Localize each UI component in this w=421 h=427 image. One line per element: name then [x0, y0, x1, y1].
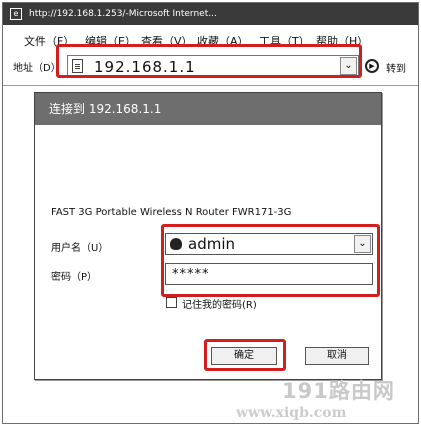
cancel-button[interactable]: 取消 [305, 347, 369, 365]
password-label: 密码（P） [51, 272, 98, 283]
address-label: 地址（D） [13, 63, 61, 74]
credentials-highlight [161, 224, 380, 297]
content-divider [3, 85, 418, 86]
dialog-title: 连接到 192.168.1.1 [49, 102, 162, 116]
remember-password-checkbox[interactable] [166, 297, 177, 308]
dialog-titlebar: 连接到 192.168.1.1 [35, 93, 381, 125]
watermark-url: www.xiqb.com [236, 405, 347, 421]
username-label: 用户名（U） [51, 243, 109, 254]
window-titlebar: e http://192.168.1.253/-Microsoft Intern… [3, 3, 418, 25]
go-button[interactable]: 转到 [386, 60, 406, 75]
watermark-logo: 191路由网 [282, 379, 395, 403]
window-title: http://192.168.1.253/-Microsoft Internet… [29, 9, 217, 19]
dialog-message: FAST 3G Portable Wireless N Router FWR17… [51, 207, 292, 218]
address-highlight [56, 44, 362, 78]
go-arrow-icon[interactable]: ▶ [365, 59, 379, 73]
remember-password-label[interactable]: 记住我的密码(R) [182, 296, 257, 311]
ok-highlight [204, 339, 286, 371]
browser-icon: e [10, 8, 22, 20]
